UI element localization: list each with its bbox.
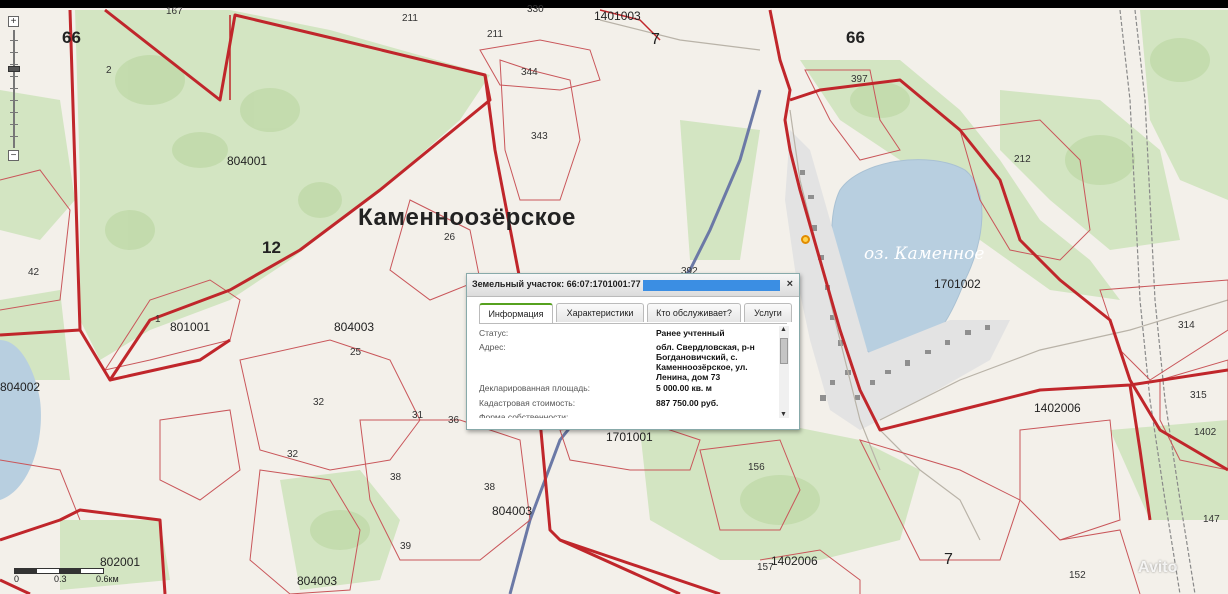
parcel-properties: Статус: Ранее учтенный Адрес: обл. Сверд… xyxy=(479,326,777,418)
tab-services[interactable]: Услуги xyxy=(744,303,792,322)
parcel-label: 38 xyxy=(390,472,402,483)
popup-title: Земельный участок: 66:07:1701001:77 xyxy=(472,279,641,289)
popup-header: Земельный участок: 66:07:1701001:77 × xyxy=(467,274,799,297)
scale-label: 0.6км xyxy=(96,574,119,584)
parcel-label: 343 xyxy=(531,131,548,142)
scroll-thumb[interactable] xyxy=(780,338,788,364)
parcel-label: 804001 xyxy=(227,154,268,168)
property-value: 5 000.00 кв. м xyxy=(656,383,712,393)
scroll-up-icon[interactable]: ▲ xyxy=(780,326,787,333)
scale-segment xyxy=(15,569,37,573)
region-label: 12 xyxy=(262,238,281,257)
parcel-label: 344 xyxy=(521,67,538,78)
scroll-down-icon[interactable]: ▼ xyxy=(780,411,787,418)
parcel-label: 212 xyxy=(1014,154,1031,165)
property-key: Декларированная площадь: xyxy=(479,383,590,393)
zoom-slider-thumb[interactable] xyxy=(8,66,20,72)
parcel-label: 804003 xyxy=(334,320,375,334)
parcel-label: 315 xyxy=(1190,390,1207,401)
zoom-tick xyxy=(10,124,18,125)
region-label: 66 xyxy=(846,28,865,47)
property-key: Адрес: xyxy=(479,342,506,352)
parcel-label: 36 xyxy=(448,415,460,426)
zoom-control: + − xyxy=(8,16,20,162)
tab-characteristics[interactable]: Характеристики xyxy=(556,303,644,322)
zoom-tick xyxy=(10,88,18,89)
watermark: Avito xyxy=(1138,559,1178,576)
parcel-label: 156 xyxy=(748,462,765,473)
redaction-bar xyxy=(643,280,780,291)
zoom-tick xyxy=(10,64,18,65)
parcel-label: 804002 xyxy=(0,380,41,394)
scale-label: 0.3 xyxy=(54,574,67,584)
region-label: 66 xyxy=(62,28,81,47)
zoom-tick xyxy=(10,52,18,53)
parcel-label: 25 xyxy=(350,347,362,358)
parcel-label: 1701001 xyxy=(606,430,653,444)
parcel-info-popup: Земельный участок: 66:07:1701001:77 × Ин… xyxy=(466,273,800,430)
lake-label: оз. Каменное xyxy=(864,244,985,264)
parcel-label: 1402006 xyxy=(771,554,818,568)
parcel-label: 167 xyxy=(166,6,183,17)
parcel-label: 804003 xyxy=(297,574,338,588)
popup-scrollbar[interactable]: ▲ ▼ xyxy=(779,326,789,418)
parcel-label: 314 xyxy=(1178,320,1195,331)
parcel-label: 1402006 xyxy=(1034,401,1081,415)
parcel-label: 42 xyxy=(28,267,40,278)
region-label: 7 xyxy=(651,31,660,48)
property-key: Статус: xyxy=(479,328,509,338)
top-bar xyxy=(0,0,1228,8)
property-value: 887 750.00 руб. xyxy=(656,398,719,408)
parcel-label: 31 xyxy=(412,410,424,421)
zoom-tick xyxy=(10,40,18,41)
parcel-label: 1 xyxy=(155,314,161,325)
property-value: обл. Свердловская, р-н Богдановичский, с… xyxy=(656,342,755,382)
zoom-tick xyxy=(10,76,18,77)
parcel-label: 211 xyxy=(487,29,503,40)
zoom-slider-track[interactable] xyxy=(13,30,15,148)
parcel-label: 1701002 xyxy=(934,277,981,291)
parcel-label: 211 xyxy=(402,13,418,24)
tab-divider xyxy=(479,323,787,324)
property-key: Кадастровая стоимость: xyxy=(479,398,576,408)
parcel-label: 801001 xyxy=(170,320,211,334)
zoom-tick xyxy=(10,136,18,137)
close-icon[interactable]: × xyxy=(787,278,793,290)
scale-label: 0 xyxy=(14,574,20,584)
tab-information[interactable]: Информация xyxy=(479,303,553,323)
parcel-label: 38 xyxy=(484,482,496,493)
scale-bar: 0 0.3 0.6км xyxy=(14,566,134,590)
region-label: 7 xyxy=(944,551,953,568)
parcel-label: 152 xyxy=(1069,570,1086,581)
parcel-label: 330 xyxy=(527,4,544,15)
parcel-label: 2 xyxy=(106,65,112,76)
parcel-label: 397 xyxy=(851,74,868,85)
property-value: Ранее учтенный xyxy=(656,328,725,338)
parcel-label: 32 xyxy=(287,449,299,460)
parcel-label: 804003 xyxy=(492,504,533,518)
parcel-label: 1401003 xyxy=(594,9,641,23)
zoom-in-button[interactable]: + xyxy=(8,16,19,27)
tab-who-serves[interactable]: Кто обслуживает? xyxy=(647,303,741,322)
property-key: Форма собственности: xyxy=(479,412,569,418)
zoom-out-button[interactable]: − xyxy=(8,150,19,161)
scale-segment xyxy=(59,569,81,573)
parcel-label: 1402 xyxy=(1194,427,1217,438)
selected-parcel-marker[interactable] xyxy=(801,235,810,244)
town-label: Каменноозёрское xyxy=(358,204,576,231)
zoom-tick xyxy=(10,112,18,113)
parcel-label: 147 xyxy=(1203,514,1220,525)
parcel-label: 39 xyxy=(400,541,412,552)
parcel-label: 26 xyxy=(444,232,456,243)
parcel-label: 32 xyxy=(313,397,325,408)
zoom-tick xyxy=(10,100,18,101)
